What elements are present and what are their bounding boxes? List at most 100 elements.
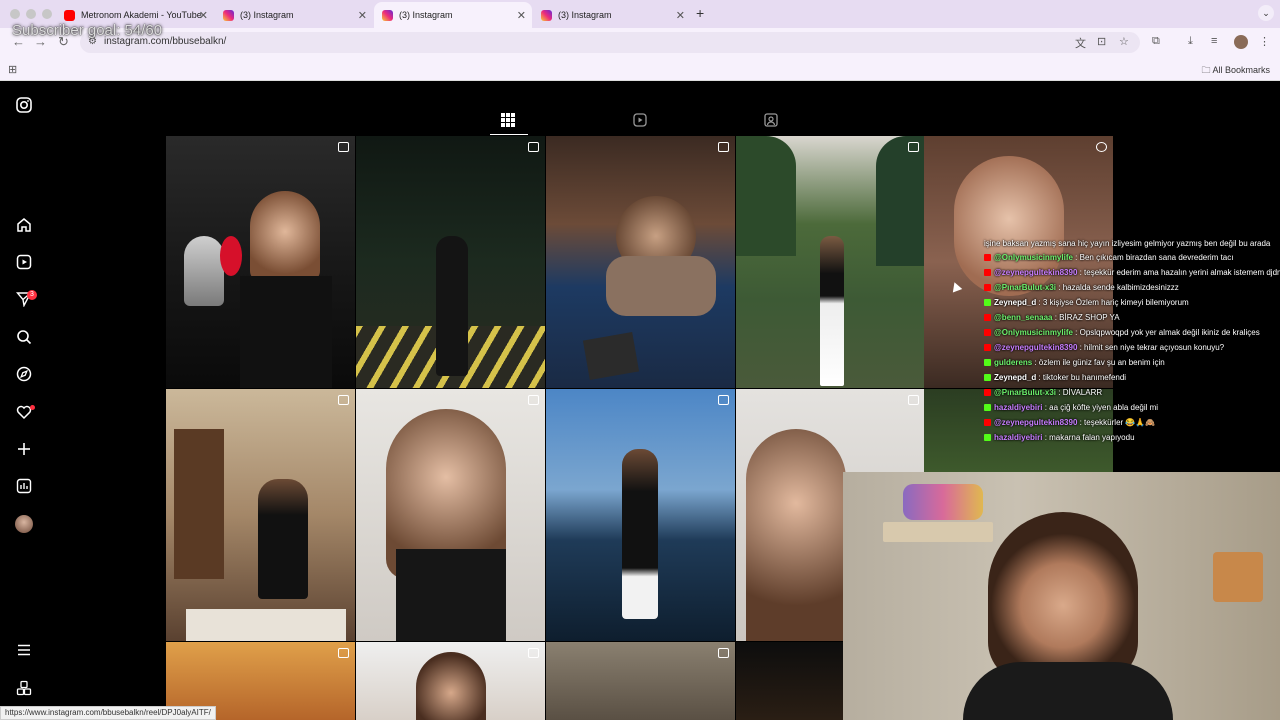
tagged-tab-icon[interactable] bbox=[764, 113, 778, 127]
chat-username: Zeynepd_d bbox=[994, 298, 1037, 307]
post-thumbnail[interactable] bbox=[166, 136, 355, 388]
create-icon[interactable] bbox=[15, 441, 33, 459]
extensions-icon[interactable]: ⧉ bbox=[1152, 35, 1160, 48]
person-body-image bbox=[240, 276, 332, 388]
reels-icon[interactable] bbox=[15, 254, 33, 272]
download-icon[interactable]: ⤓ bbox=[1188, 35, 1193, 48]
kick-icon bbox=[984, 299, 991, 307]
post-thumbnail[interactable] bbox=[736, 136, 925, 388]
minimize-window-button[interactable] bbox=[26, 9, 36, 19]
threads-icon[interactable] bbox=[15, 680, 33, 698]
translate-icon[interactable]: 文 bbox=[1075, 35, 1086, 51]
chat-text: : Opslqpwoqpd yok yer almak değil ikiniz… bbox=[1072, 328, 1260, 337]
chat-username: @zeynepgultekin8390 bbox=[994, 268, 1078, 277]
chat-username: Zeynepd_d bbox=[994, 373, 1037, 382]
bookmark-star-icon[interactable]: ☆ bbox=[1119, 35, 1129, 48]
more-vertical-icon[interactable]: ⋮ bbox=[1259, 35, 1270, 48]
browser-tab-active[interactable]: (3) Instagram ✕ bbox=[374, 2, 532, 28]
chat-username: @benn_senaaa bbox=[994, 313, 1053, 322]
browser-tab[interactable]: (3) Instagram ✕ bbox=[215, 4, 373, 26]
active-tab-indicator bbox=[490, 134, 528, 135]
clip-icon bbox=[338, 648, 349, 658]
chat-message: @Onlymusicinmylife : Ben çıkıcam birazda… bbox=[984, 250, 1280, 265]
instagram-icon bbox=[541, 9, 552, 21]
clip-icon bbox=[718, 648, 729, 658]
tab-search-chevron-icon[interactable]: ⌄ bbox=[1258, 5, 1274, 21]
youtube-icon bbox=[984, 269, 991, 277]
chat-username: @zeynepgultekin8390 bbox=[994, 418, 1078, 427]
instagram-logo-icon[interactable] bbox=[15, 97, 33, 115]
close-window-button[interactable] bbox=[10, 9, 20, 19]
record-image bbox=[582, 331, 640, 381]
chat-message: @zeynepgultekin8390 : teşekkürler 😂🙏🙈 bbox=[984, 415, 1280, 430]
tree-image bbox=[736, 136, 796, 256]
dashboard-icon[interactable] bbox=[15, 478, 33, 496]
chat-message-list: @Onlymusicinmylife : Ben çıkıcam birazda… bbox=[984, 250, 1280, 445]
chat-text: : aa çiğ köfte yiyen abla değil mi bbox=[1042, 403, 1159, 412]
play-icon bbox=[1096, 142, 1107, 152]
tree-image bbox=[876, 136, 925, 266]
install-app-icon[interactable]: ⊡ bbox=[1097, 35, 1106, 48]
clip-icon bbox=[528, 648, 539, 658]
apps-grid-icon[interactable]: ⊞ bbox=[8, 63, 17, 76]
plush-toys-image bbox=[903, 484, 983, 520]
close-tab-icon[interactable]: ✕ bbox=[517, 9, 526, 22]
close-tab-icon[interactable]: ✕ bbox=[199, 9, 208, 22]
chat-message: @zeynepgultekin8390 : teşekkür ederim am… bbox=[984, 265, 1280, 280]
live-chat-overlay: işine baksan yazmış sana hiç yayın izliy… bbox=[984, 238, 1280, 445]
post-thumbnail[interactable] bbox=[546, 642, 735, 720]
search-icon[interactable] bbox=[15, 329, 33, 347]
maximize-window-button[interactable] bbox=[42, 9, 52, 19]
chat-text: : BİRAZ SHOP YA bbox=[1052, 313, 1120, 322]
chat-username: @Onlymusicinmylife bbox=[994, 253, 1073, 262]
chat-text: : hilmit sen niye tekrar açıyosun konuyu… bbox=[1077, 343, 1225, 352]
post-thumbnail[interactable] bbox=[356, 136, 545, 388]
post-thumbnail[interactable] bbox=[546, 136, 735, 388]
chat-message: @Onlymusicinmylife : Opslqpwoqpd yok yer… bbox=[984, 325, 1280, 340]
all-bookmarks-button[interactable]: 🗀 All Bookmarks bbox=[1201, 63, 1270, 79]
post-thumbnail[interactable] bbox=[356, 389, 545, 641]
clip-icon bbox=[338, 142, 349, 152]
kick-icon bbox=[984, 374, 991, 382]
reels-tab-icon[interactable] bbox=[633, 113, 647, 127]
profile-avatar[interactable] bbox=[15, 515, 33, 533]
chat-text: : tiktoker bu hanımefendi bbox=[1036, 373, 1127, 382]
post-thumbnail[interactable] bbox=[736, 642, 843, 720]
chat-message: Zeynepd_d : 3 kişiyse Özlem hariç kimeyi… bbox=[984, 295, 1280, 310]
youtube-icon bbox=[984, 419, 991, 427]
browser-tab[interactable]: (3) Instagram ✕ bbox=[533, 4, 691, 26]
post-thumbnail[interactable] bbox=[166, 389, 355, 641]
youtube-icon bbox=[984, 344, 991, 352]
reading-list-icon[interactable]: ≡ bbox=[1211, 35, 1217, 47]
chat-text: : özlem ile güniz fav şu an benim için bbox=[1032, 358, 1165, 367]
pop-filter-image bbox=[220, 236, 242, 276]
youtube-icon bbox=[984, 389, 991, 397]
address-bar[interactable]: ⚙ instagram.com/bbusebalkn/ bbox=[80, 32, 1140, 53]
clip-icon bbox=[528, 395, 539, 405]
person-image bbox=[746, 429, 846, 641]
new-tab-button[interactable]: + bbox=[696, 5, 704, 21]
chat-username: hazaldiyebiri bbox=[994, 403, 1043, 412]
webcam-overlay bbox=[843, 472, 1280, 720]
profile-avatar[interactable] bbox=[1234, 35, 1248, 49]
youtube-icon bbox=[984, 284, 991, 292]
close-tab-icon[interactable]: ✕ bbox=[676, 9, 685, 22]
chat-username: gulderens bbox=[994, 358, 1033, 367]
kick-icon bbox=[984, 359, 991, 367]
home-icon[interactable] bbox=[15, 217, 33, 235]
person-image bbox=[436, 236, 468, 376]
post-thumbnail[interactable] bbox=[356, 642, 545, 720]
table-image bbox=[186, 609, 346, 641]
posts-grid-icon[interactable] bbox=[501, 113, 515, 127]
dress-image bbox=[396, 549, 506, 641]
chat-message: @PınarBulut-x3i : DİVALARR bbox=[984, 385, 1280, 400]
streamer-image bbox=[988, 512, 1138, 682]
post-thumbnail[interactable] bbox=[546, 389, 735, 641]
close-tab-icon[interactable]: ✕ bbox=[358, 9, 367, 22]
link-status-bar: https://www.instagram.com/bbusebalkn/ree… bbox=[0, 706, 216, 720]
kick-icon bbox=[984, 404, 991, 412]
instagram-icon bbox=[223, 9, 234, 21]
explore-icon[interactable] bbox=[15, 366, 33, 384]
sweater-image bbox=[606, 256, 716, 316]
more-menu-icon[interactable] bbox=[15, 642, 33, 660]
